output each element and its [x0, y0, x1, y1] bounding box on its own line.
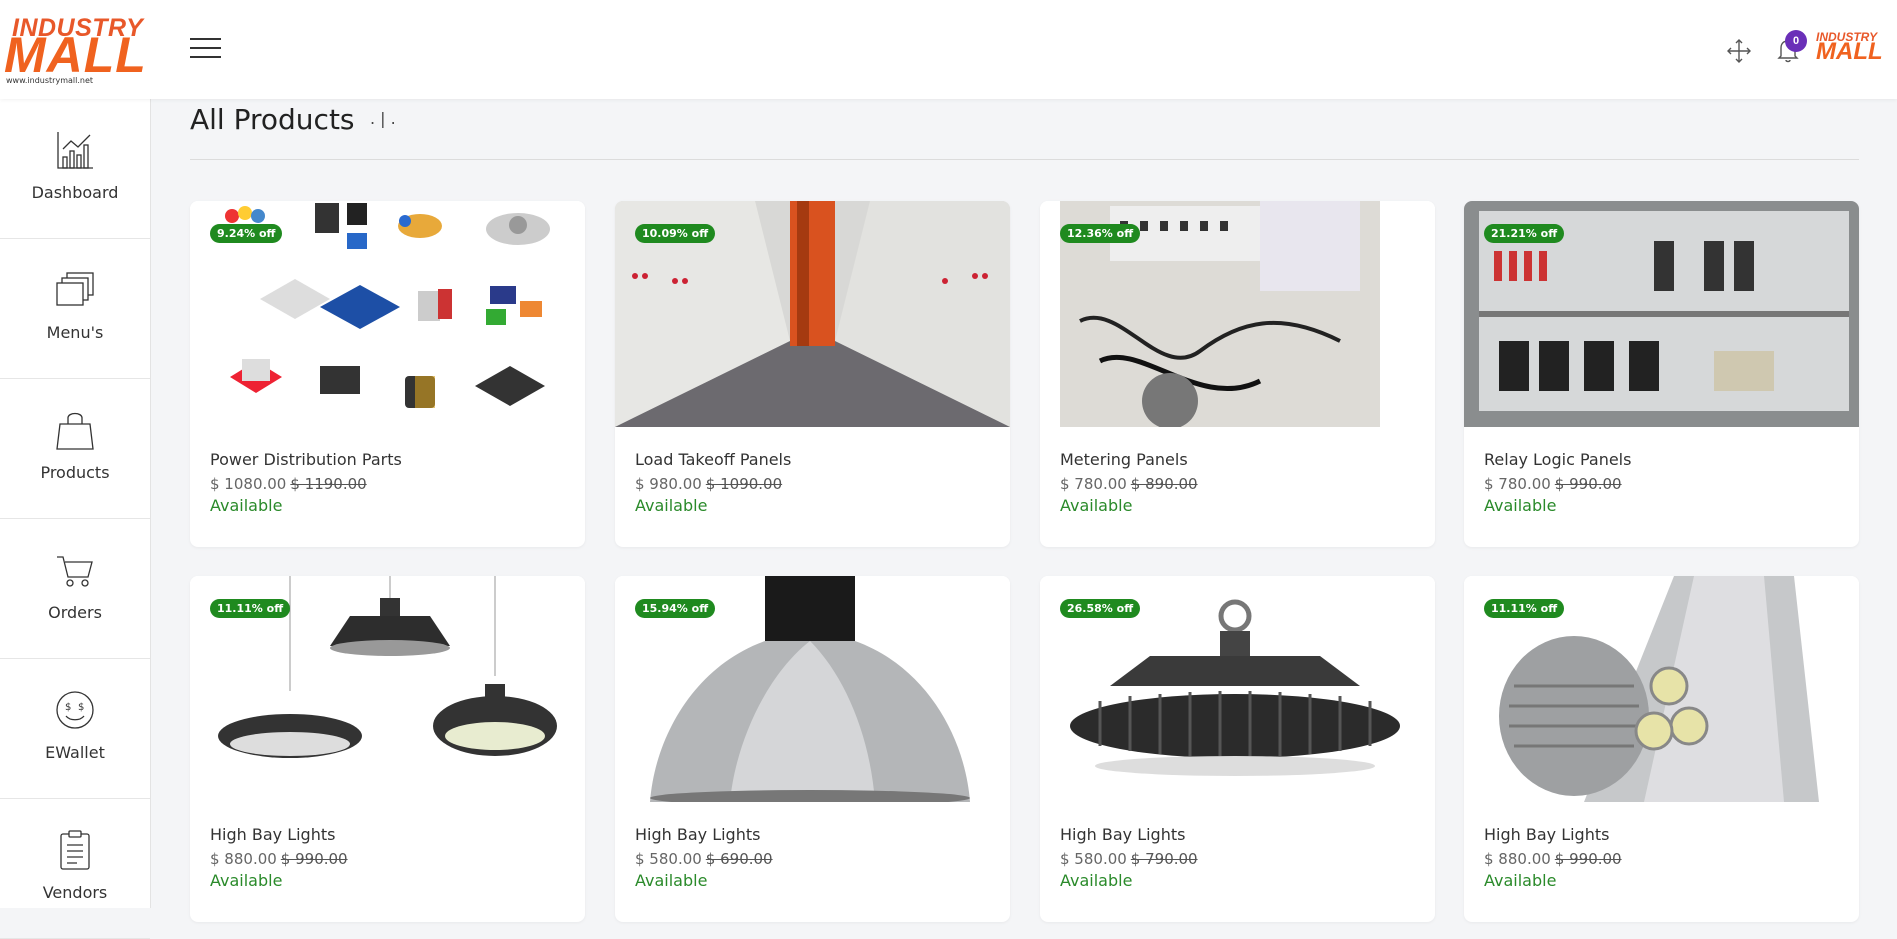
product-card[interactable]: 12.36% off Metering Panels $ 780.00 $ 890…	[1040, 201, 1435, 547]
current-price: $ 980.00	[635, 475, 702, 493]
sidebar-item-label: Menu's	[46, 323, 104, 342]
product-card[interactable]: 11.11% off High Bay Lights $ 880.00 $ 990…	[190, 576, 585, 922]
product-price: $ 780.00 $ 890.00	[1060, 475, 1198, 493]
discount-badge: 11.11% off	[210, 599, 291, 618]
product-name[interactable]: High Bay Lights	[210, 825, 335, 844]
product-name[interactable]: Metering Panels	[1060, 450, 1188, 469]
sidebar: Dashboard Menu's Products Orders $ $ EWa…	[0, 99, 151, 939]
industry-mall-logo[interactable]: INDUSTRY MALL www.industrymall.net	[4, 14, 146, 86]
original-price: $ 1090.00	[705, 475, 783, 493]
product-card[interactable]: 21.21% off Relay Logic Panels $ 780.00 $ …	[1464, 201, 1859, 547]
discount-badge: 9.24% off	[210, 224, 283, 243]
sidebar-item-label: Dashboard	[31, 183, 119, 202]
current-price: $ 880.00	[1484, 850, 1551, 868]
product-price: $ 880.00 $ 990.00	[1484, 850, 1622, 868]
product-name[interactable]: Load Takeoff Panels	[635, 450, 791, 469]
original-price: $ 890.00	[1130, 475, 1198, 493]
sidebar-item-label: Orders	[48, 603, 102, 622]
notification-count-badge: 0	[1785, 30, 1807, 52]
current-price: $ 580.00	[635, 850, 702, 868]
product-price: $ 1080.00 $ 1190.00	[210, 475, 367, 493]
discount-badge: 15.94% off	[635, 599, 716, 618]
original-price: $ 990.00	[1554, 475, 1622, 493]
product-card[interactable]: 15.94% off High Bay Lights $ 580.00 $ 690…	[615, 576, 1010, 922]
product-card[interactable]: 11.11% off High Bay Lights $ 880.00 $ 990…	[1464, 576, 1859, 922]
avatar[interactable]: INDUSTRY MALL	[1814, 30, 1883, 74]
chart-icon	[57, 132, 93, 169]
logo-url: www.industrymall.net	[6, 76, 94, 85]
current-price: $ 780.00	[1060, 475, 1127, 493]
discount-badge: 12.36% off	[1060, 224, 1141, 243]
availability-status: Available	[1060, 496, 1133, 515]
sidebar-item-orders[interactable]: Orders	[0, 519, 150, 659]
sidebar-item-dashboard[interactable]: Dashboard	[0, 99, 150, 239]
sidebar-item-ewallet[interactable]: $ $ EWallet	[0, 659, 150, 799]
product-card[interactable]: 9.24% off Power Distribution Parts $ 108…	[190, 201, 585, 547]
availability-status: Available	[1060, 871, 1133, 890]
original-price: $ 990.00	[280, 850, 348, 868]
discount-badge: 26.58% off	[1060, 599, 1141, 618]
discount-badge: 11.11% off	[1484, 599, 1565, 618]
page-title: All Products	[190, 103, 355, 136]
product-name[interactable]: Power Distribution Parts	[210, 450, 402, 469]
current-price: $ 880.00	[210, 850, 277, 868]
availability-status: Available	[1484, 871, 1557, 890]
discount-badge: 21.21% off	[1484, 224, 1565, 243]
wallet-icon: $ $	[56, 691, 94, 729]
availability-status: Available	[210, 496, 283, 515]
cart-icon	[57, 556, 93, 587]
logo-wordmark-main: MALL	[4, 27, 147, 83]
title-suffix: . | .	[370, 109, 396, 128]
sidebar-item-menus[interactable]: Menu's	[0, 239, 150, 379]
current-price: $ 580.00	[1060, 850, 1127, 868]
product-price: $ 780.00 $ 990.00	[1484, 475, 1622, 493]
availability-status: Available	[210, 871, 283, 890]
top-bar: INDUSTRY MALL www.industrymall.net 0 IND…	[0, 0, 1897, 99]
svg-text:$: $	[65, 702, 71, 713]
original-price: $ 990.00	[1554, 850, 1622, 868]
current-price: $ 1080.00	[210, 475, 287, 493]
product-card[interactable]: 10.09% off Load Takeoff Panels $ 980.00 $…	[615, 201, 1010, 547]
product-price: $ 580.00 $ 690.00	[635, 850, 773, 868]
product-card[interactable]: 26.58% off High Bay Lights $ 580.00 $ 790…	[1040, 576, 1435, 922]
shopping-bag-icon	[56, 412, 94, 450]
original-price: $ 790.00	[1130, 850, 1198, 868]
original-price: $ 1190.00	[290, 475, 367, 493]
availability-status: Available	[635, 871, 708, 890]
availability-status: Available	[1484, 496, 1557, 515]
clipboard-icon	[60, 830, 90, 870]
product-price: $ 880.00 $ 990.00	[210, 850, 348, 868]
product-price: $ 580.00 $ 790.00	[1060, 850, 1198, 868]
hamburger-menu-icon[interactable]	[190, 38, 221, 60]
product-name[interactable]: High Bay Lights	[1484, 825, 1609, 844]
original-price: $ 690.00	[705, 850, 773, 868]
current-price: $ 780.00	[1484, 475, 1551, 493]
divider	[190, 159, 1859, 160]
availability-status: Available	[635, 496, 708, 515]
product-name[interactable]: Relay Logic Panels	[1484, 450, 1631, 469]
sidebar-item-label: Products	[40, 463, 110, 482]
layers-icon	[56, 272, 94, 306]
discount-badge: 10.09% off	[635, 224, 716, 243]
avatar-wordmark-main: MALL	[1816, 38, 1883, 65]
sidebar-item-vendors[interactable]: Vendors	[0, 799, 150, 939]
sidebar-item-label: Vendors	[42, 883, 108, 902]
product-name[interactable]: High Bay Lights	[635, 825, 760, 844]
fullscreen-icon[interactable]	[1726, 38, 1752, 64]
sidebar-item-label: EWallet	[45, 743, 105, 762]
svg-text:$: $	[78, 702, 84, 713]
sidebar-item-products[interactable]: Products	[0, 379, 150, 519]
product-name[interactable]: High Bay Lights	[1060, 825, 1185, 844]
product-price: $ 980.00 $ 1090.00	[635, 475, 782, 493]
